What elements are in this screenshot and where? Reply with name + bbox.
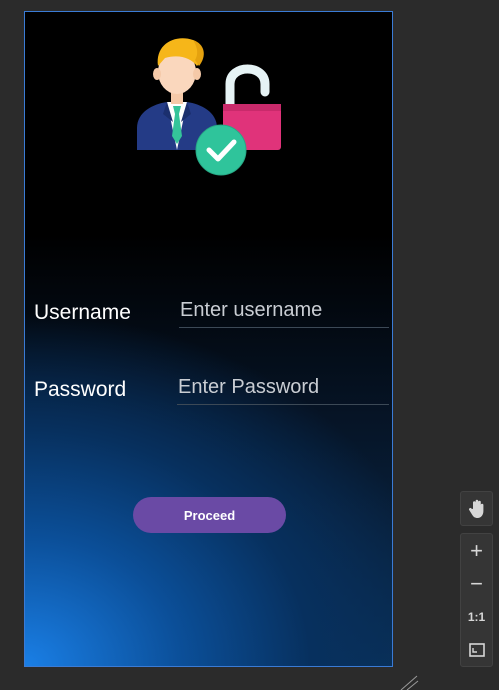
editor-canvas: Username Password Proceed + − 1:1 bbox=[0, 0, 499, 690]
zoom-tool-group: + − 1:1 bbox=[460, 533, 493, 667]
actual-size-button[interactable]: 1:1 bbox=[461, 601, 492, 632]
proceed-button[interactable]: Proceed bbox=[133, 497, 286, 533]
resize-grip-icon[interactable] bbox=[399, 673, 419, 690]
pan-tool-group bbox=[460, 491, 493, 526]
password-label: Password bbox=[34, 378, 127, 401]
zoom-in-button[interactable]: + bbox=[461, 535, 492, 566]
user-unlocked-verified-icon bbox=[137, 38, 281, 176]
fit-screen-icon[interactable] bbox=[461, 634, 492, 665]
zoom-out-button[interactable]: − bbox=[461, 568, 492, 599]
hand-icon[interactable] bbox=[461, 493, 492, 524]
password-input[interactable] bbox=[177, 377, 389, 405]
username-label: Username bbox=[34, 301, 131, 324]
phone-preview: Username Password Proceed bbox=[24, 11, 393, 667]
username-input[interactable] bbox=[179, 300, 389, 328]
